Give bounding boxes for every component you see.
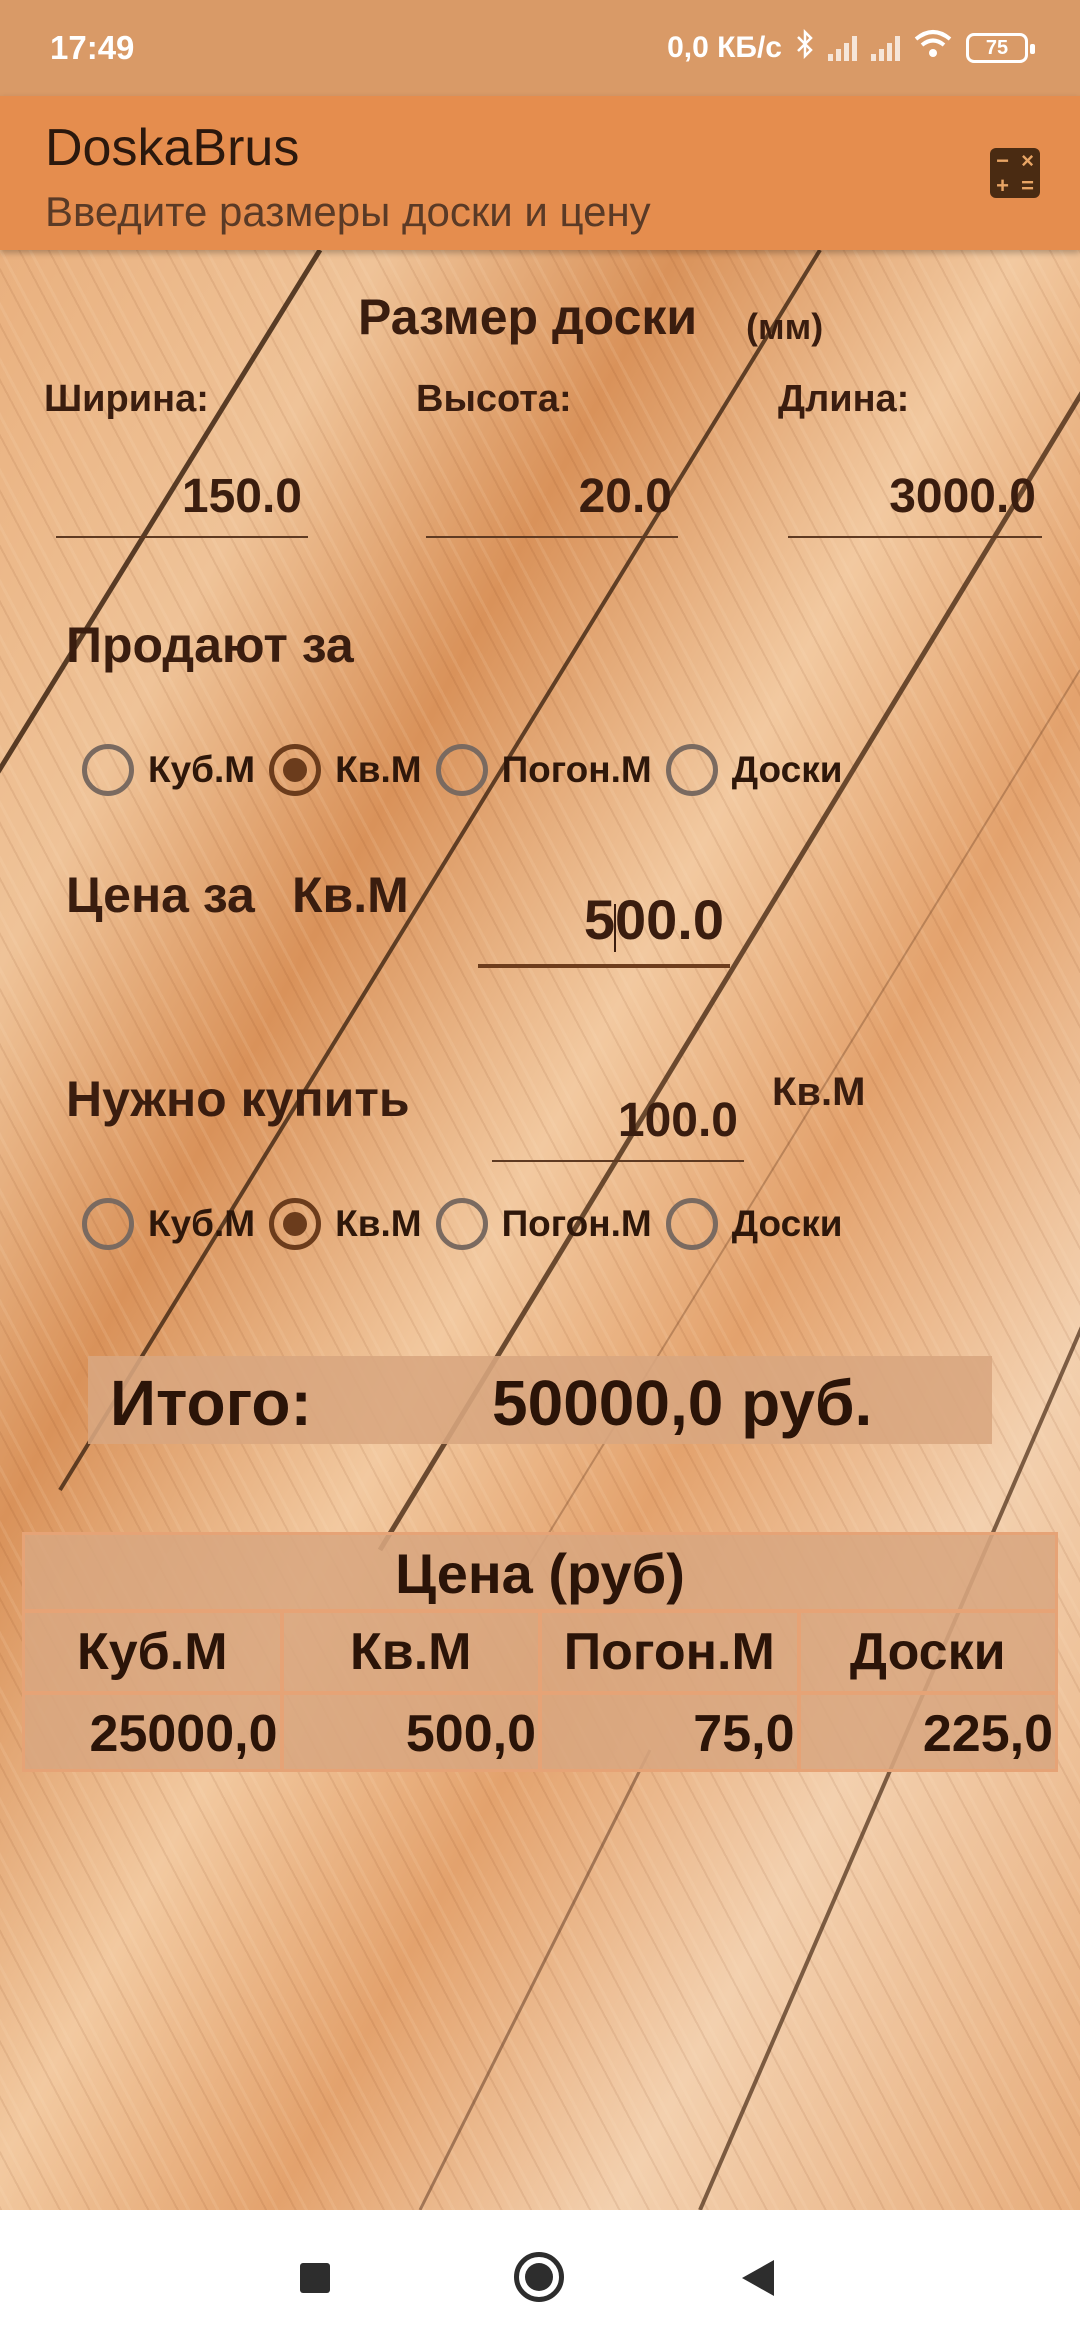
price-table-header-row: Куб.М Кв.М Погон.М Доски [25,1613,1055,1691]
sold-by-radio-group: Куб.М Кв.М Погон.М Доски [82,744,857,796]
width-label: Ширина: [44,378,209,420]
status-icons: 0,0 КБ/с 75 [667,28,1036,67]
height-input[interactable]: 20.0 [426,448,678,538]
radio-button-icon[interactable] [435,1198,488,1250]
price-table-title: Цена (руб) [25,1535,1055,1613]
price-value-part: 00.0 [615,888,724,951]
need-buy-option-square[interactable]: Кв.М [269,1198,422,1250]
recents-icon[interactable] [300,2263,330,2293]
price-table-value-row: 25000,0 500,0 75,0 225,0 [25,1691,1055,1769]
need-buy-unit: Кв.М [772,1070,866,1114]
width-input[interactable]: 150.0 [56,448,308,538]
battery-icon: 75 [966,33,1035,63]
price-table-header: Доски [796,1613,1056,1691]
content-area: Размер доски (мм) Ширина: Высота: Длина:… [0,250,1080,2210]
board-size-unit: (мм) [746,306,824,347]
network-speed: 0,0 КБ/с [667,31,782,64]
wifi-icon [914,29,952,67]
bluetooth-icon [796,28,814,67]
price-table-header: Погон.М [538,1613,797,1691]
status-bar: 17:49 0,0 КБ/с 75 [0,0,1080,96]
total-panel: Итого: 50000,0 руб. [88,1356,992,1444]
radio-label: Погон.М [501,749,652,790]
total-value: 50000,0 руб. [492,1367,873,1439]
board-size-title: Размер доски [358,289,698,345]
sold-by-option-linear[interactable]: Погон.М [435,744,652,796]
price-table-header: Кв.М [279,1613,539,1691]
price-unit: Кв.М [292,867,409,923]
radio-label: Доски [731,749,843,790]
price-table: Цена (руб) Куб.М Кв.М Погон.М Доски 2500… [22,1532,1058,1772]
back-icon[interactable] [742,2260,774,2296]
need-buy-radio-group: Куб.М Кв.М Погон.М Доски [82,1198,857,1250]
app-subtitle: Введите размеры доски и цену [45,188,651,235]
radio-button-icon[interactable] [269,744,322,796]
radio-button-icon[interactable] [269,1198,322,1250]
status-time: 17:49 [50,29,135,66]
radio-label: Куб.М [148,1203,256,1244]
price-label: Цена за [66,867,255,923]
price-table-cell: 225,0 [796,1695,1056,1769]
navigation-bar [0,2210,1080,2340]
signal-icon [871,35,900,61]
price-table-cell: 75,0 [538,1695,797,1769]
radio-label: Куб.М [148,749,256,790]
price-table-cell: 25000,0 [89,1705,278,1763]
price-table-cell: 500,0 [279,1695,539,1769]
radio-button-icon[interactable] [82,1198,134,1250]
need-buy-option-boards[interactable]: Доски [665,1198,843,1250]
signal-icon [828,35,857,61]
radio-label: Погон.М [501,1203,652,1244]
price-value-part: 5 [583,888,615,951]
sold-by-option-boards[interactable]: Доски [665,744,843,796]
total-label: Итого: [110,1367,312,1439]
radio-label: Доски [731,1203,843,1244]
radio-button-icon[interactable] [82,744,134,796]
length-label: Длина: [778,378,910,420]
sold-by-option-cubic[interactable]: Куб.М [82,744,255,796]
app-bar: DoskaBrus Введите размеры доски и цену −… [0,96,1080,250]
radio-button-icon[interactable] [665,1198,718,1250]
radio-button-icon[interactable] [665,744,718,796]
radio-button-icon[interactable] [435,744,488,796]
need-buy-label: Нужно купить [66,1071,410,1127]
need-buy-option-linear[interactable]: Погон.М [435,1198,652,1250]
price-table-header: Куб.М [76,1623,228,1681]
height-label: Высота: [416,378,572,420]
home-icon[interactable] [514,2252,564,2302]
length-input[interactable]: 3000.0 [788,448,1042,538]
price-input[interactable]: 5 00.0 [478,878,730,968]
sold-by-label: Продают за [66,617,354,673]
need-buy-input[interactable]: 100.0 [492,1072,744,1162]
app-title: DoskaBrus [45,119,300,177]
calculator-icon[interactable]: − × + = [990,148,1040,198]
need-buy-option-cubic[interactable]: Куб.М [82,1198,255,1250]
sold-by-option-square[interactable]: Кв.М [269,744,422,796]
radio-label: Кв.М [335,1203,422,1244]
radio-label: Кв.М [335,749,422,790]
